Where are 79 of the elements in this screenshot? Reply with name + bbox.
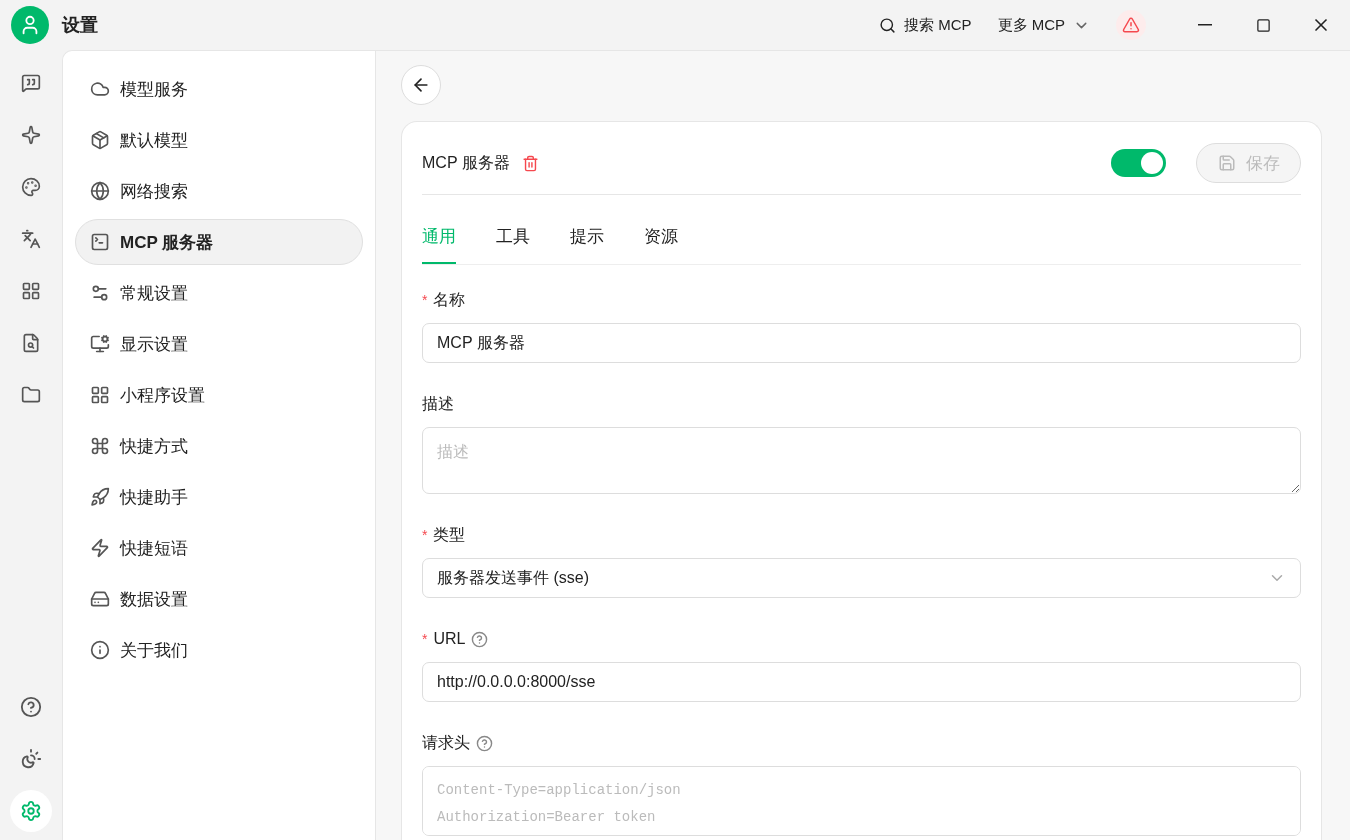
field-label: URL bbox=[433, 630, 466, 648]
tab[interactable]: 工具 bbox=[496, 225, 530, 264]
warning-button[interactable] bbox=[1116, 10, 1146, 40]
enable-toggle[interactable] bbox=[1111, 149, 1166, 177]
avatar[interactable] bbox=[11, 6, 49, 44]
menu-label: MCP 服务器 bbox=[120, 231, 214, 254]
sun-moon-icon bbox=[20, 748, 42, 770]
menu-label: 快捷短语 bbox=[120, 537, 188, 560]
settings-menu-item[interactable]: MCP 服务器 bbox=[75, 219, 363, 265]
field-label: 类型 bbox=[433, 524, 466, 545]
help-icon[interactable] bbox=[476, 734, 493, 752]
trash-icon[interactable] bbox=[521, 154, 539, 172]
settings-menu-item[interactable]: 显示设置 bbox=[75, 321, 363, 367]
help-icon bbox=[20, 696, 42, 718]
description-field[interactable]: 描述 bbox=[422, 427, 1301, 494]
menu-label: 常规设置 bbox=[120, 282, 188, 305]
palette-icon bbox=[21, 177, 41, 197]
terminal-icon bbox=[90, 232, 110, 252]
menu-label: 网络搜索 bbox=[120, 180, 188, 203]
drive-icon bbox=[90, 589, 110, 609]
apps-icon bbox=[21, 281, 41, 301]
settings-menu-item[interactable]: 快捷方式 bbox=[75, 423, 363, 469]
server-name: MCP 服务器 bbox=[422, 152, 510, 173]
maximize-icon bbox=[1255, 17, 1271, 33]
menu-label: 小程序设置 bbox=[120, 384, 205, 407]
minimize-icon bbox=[1198, 24, 1212, 26]
required-mark: * bbox=[422, 292, 428, 308]
settings-menu-item[interactable]: 数据设置 bbox=[75, 576, 363, 622]
settings-menu-item[interactable]: 常规设置 bbox=[75, 270, 363, 316]
sliders-icon bbox=[90, 283, 110, 303]
translate-icon bbox=[21, 229, 41, 249]
menu-label: 快捷方式 bbox=[120, 435, 188, 458]
more-mcp-button[interactable]: 更多 MCP bbox=[997, 15, 1090, 35]
help-icon[interactable] bbox=[471, 630, 489, 648]
tab[interactable]: 提示 bbox=[570, 225, 604, 264]
tab[interactable]: 资源 bbox=[644, 225, 678, 264]
search-mcp-button[interactable]: 搜索 MCP bbox=[879, 15, 972, 35]
required-mark: * bbox=[422, 527, 428, 543]
settings-icon bbox=[20, 800, 42, 822]
back-button[interactable] bbox=[401, 65, 441, 105]
settings-menu-item[interactable]: 网络搜索 bbox=[75, 168, 363, 214]
file-search-icon bbox=[21, 333, 41, 353]
rocket-icon bbox=[90, 487, 110, 507]
field-label: 名称 bbox=[433, 289, 466, 310]
cloud-icon bbox=[90, 79, 110, 99]
field-label: 描述 bbox=[422, 393, 454, 414]
lightning-icon bbox=[90, 538, 110, 558]
box-icon bbox=[90, 130, 110, 150]
chat-icon bbox=[21, 73, 41, 93]
save-icon bbox=[1217, 154, 1236, 172]
menu-label: 数据设置 bbox=[120, 588, 188, 611]
warning-icon bbox=[1122, 16, 1140, 34]
settings-menu-item[interactable]: 默认模型 bbox=[75, 117, 363, 163]
headers-field[interactable]: Content-Type=application/json Authorization=Bearer token bbox=[422, 766, 1301, 836]
globe-icon bbox=[90, 181, 110, 201]
command-icon bbox=[90, 436, 110, 456]
menu-label: 默认模型 bbox=[120, 129, 188, 152]
menu-label: 显示设置 bbox=[120, 333, 188, 356]
type-select[interactable]: 服务器发送事件 (sse) bbox=[422, 558, 1301, 598]
text-field[interactable]: http://0.0.0.0:8000/sse bbox=[422, 662, 1301, 702]
settings-menu-item[interactable]: 小程序设置 bbox=[75, 372, 363, 418]
text-field[interactable]: MCP 服务器 bbox=[422, 323, 1301, 363]
settings-menu-item[interactable]: 快捷短语 bbox=[75, 525, 363, 571]
menu-label: 关于我们 bbox=[120, 639, 188, 662]
required-mark: * bbox=[422, 631, 428, 647]
settings-menu-item[interactable]: 关于我们 bbox=[75, 627, 363, 673]
info-icon bbox=[90, 640, 110, 660]
monitor-cog-icon bbox=[90, 334, 110, 354]
window-title: 设置 bbox=[62, 14, 98, 37]
sparkle-icon bbox=[21, 125, 41, 145]
folder-icon bbox=[21, 385, 41, 405]
field-label: 请求头 bbox=[422, 732, 470, 753]
search-icon bbox=[879, 16, 896, 34]
grid-icon bbox=[90, 385, 110, 405]
menu-label: 快捷助手 bbox=[120, 486, 188, 509]
settings-menu-item[interactable]: 模型服务 bbox=[75, 66, 363, 112]
select-value: 服务器发送事件 (sse) bbox=[437, 567, 589, 588]
settings-menu-item[interactable]: 快捷助手 bbox=[75, 474, 363, 520]
menu-label: 模型服务 bbox=[120, 78, 188, 101]
